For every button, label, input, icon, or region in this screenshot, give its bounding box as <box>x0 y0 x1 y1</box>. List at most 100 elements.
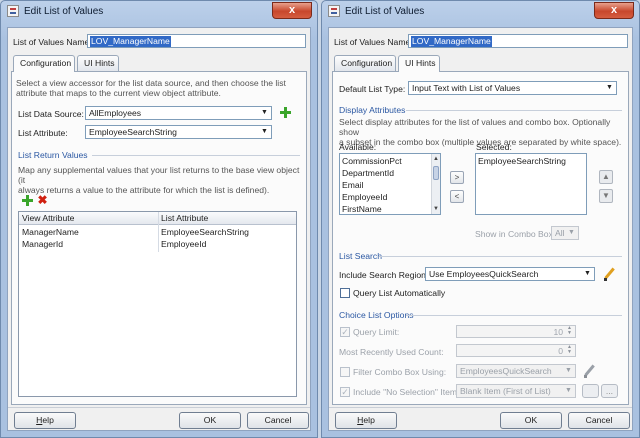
add-return-value-icon[interactable] <box>22 195 33 206</box>
selected-attributes-list[interactable]: EmployeeSearchString <box>475 153 587 215</box>
available-attributes-list[interactable]: CommissionPct DepartmentId Email Employe… <box>339 153 441 215</box>
dialog-body: List of Values Name: LOV_ManagerName Con… <box>328 27 633 431</box>
filter-combo-box-label: Filter Combo Box Using: <box>353 367 447 377</box>
dialog-body: List of Values Name: LOV_ManagerName Con… <box>7 27 311 431</box>
list-attribute-label: List Attribute: <box>18 128 68 138</box>
ok-button[interactable]: OK <box>500 412 562 429</box>
tab-ui-hints[interactable]: UI Hints <box>398 55 440 72</box>
cancel-button[interactable]: Cancel <box>568 412 630 429</box>
tab-bar: Configuration UI Hints <box>13 55 213 72</box>
display-attributes-title: Display Attributes <box>339 105 406 115</box>
move-down-icon[interactable]: ▼ <box>599 189 613 203</box>
table-cell: EmployeeId <box>161 239 207 249</box>
section-divider <box>406 110 622 111</box>
available-label: Available: <box>339 142 377 152</box>
column-header-list-attribute[interactable]: List Attribute <box>161 213 208 223</box>
configuration-description: Select a view accessor for the list data… <box>16 78 286 98</box>
list-item[interactable]: DepartmentId <box>342 168 394 178</box>
scroll-down-icon[interactable]: ▼ <box>432 205 440 213</box>
list-item[interactable]: EmployeeSearchString <box>478 156 566 166</box>
spinner-arrows-icon[interactable]: ▲ ▼ <box>565 345 574 356</box>
footer-divider <box>8 407 310 408</box>
tab-configuration[interactable]: Configuration <box>334 55 396 71</box>
title-bar[interactable]: Edit List of Values x <box>1 1 317 23</box>
configuration-panel: Select a view accessor for the list data… <box>11 71 307 405</box>
query-limit-checkbox[interactable]: ✓ <box>340 327 350 337</box>
chevron-down-icon: ▼ <box>261 128 268 135</box>
chevron-down-icon: ▼ <box>565 367 572 374</box>
table-cell: ManagerId <box>22 239 64 249</box>
filter-combo-box-checkbox[interactable] <box>340 367 350 377</box>
title-bar[interactable]: Edit List of Values x <box>322 1 639 23</box>
table-cell: ManagerName <box>22 227 79 237</box>
lov-name-input[interactable]: LOV_ManagerName <box>408 34 628 48</box>
show-in-combo-box-select[interactable]: All ▼ <box>551 226 579 240</box>
list-item[interactable]: FirstName <box>342 204 382 214</box>
dialog-app-icon <box>328 5 340 17</box>
list-item[interactable]: CommissionPct <box>342 156 402 166</box>
lov-name-input[interactable]: LOV_ManagerName <box>87 34 306 48</box>
footer-divider <box>329 407 632 408</box>
lov-name-value: LOV_ManagerName <box>90 36 171 47</box>
lov-name-label: List of Values Name: <box>334 37 413 47</box>
delete-return-value-icon[interactable]: ✖ <box>37 194 48 206</box>
dialog-title: Edit List of Values <box>345 6 425 17</box>
chevron-down-icon: ▼ <box>584 270 591 277</box>
cancel-button[interactable]: Cancel <box>247 412 309 429</box>
section-divider <box>92 155 300 156</box>
help-button[interactable]: Help <box>335 412 397 429</box>
most-recently-used-count-label: Most Recently Used Count: <box>339 347 444 357</box>
edit-lov-dialog-configuration: Edit List of Values x List of Values Nam… <box>0 0 318 438</box>
scroll-up-icon[interactable]: ▲ <box>432 155 440 163</box>
lov-name-label: List of Values Name: <box>13 37 92 47</box>
help-button[interactable]: Help <box>14 412 76 429</box>
table-row[interactable]: ManagerName EmployeeSearchString <box>19 226 296 238</box>
list-attribute-select[interactable]: EmployeeSearchString ▼ <box>85 125 272 139</box>
chevron-down-icon: ▼ <box>606 84 613 91</box>
section-divider <box>379 256 622 257</box>
list-item[interactable]: EmployeeId <box>342 192 387 202</box>
chevron-down-icon: ▼ <box>568 229 575 236</box>
include-no-selection-checkbox[interactable]: ✓ <box>340 387 350 397</box>
edit-search-region-icon[interactable] <box>603 268 616 281</box>
no-selection-label-field[interactable] <box>582 384 599 398</box>
show-in-combo-box-label: Show in Combo Box: <box>475 229 556 239</box>
add-data-source-icon[interactable] <box>280 107 291 118</box>
mru-count-spinner[interactable]: 0 ▲ ▼ <box>456 344 576 357</box>
dialog-app-icon <box>7 5 19 17</box>
default-list-type-label: Default List Type: <box>339 84 406 94</box>
tab-configuration[interactable]: Configuration <box>13 55 75 72</box>
include-search-region-label: Include Search Region: <box>339 270 429 280</box>
list-data-source-select[interactable]: AllEmployees ▼ <box>85 106 272 120</box>
move-right-button[interactable]: > <box>450 171 464 184</box>
no-selection-item-select[interactable]: Blank Item (First of List) ▼ <box>456 384 576 398</box>
list-search-title: List Search <box>339 251 382 261</box>
list-item[interactable]: Email <box>342 180 364 190</box>
query-list-automatically-checkbox[interactable] <box>340 288 350 298</box>
ellipsis-button[interactable]: ... <box>601 384 618 398</box>
spinner-arrows-icon[interactable]: ▲ ▼ <box>565 326 574 337</box>
tab-ui-hints[interactable]: UI Hints <box>77 55 119 71</box>
choice-list-options-title: Choice List Options <box>339 310 414 320</box>
filter-combo-box-select[interactable]: EmployeesQuickSearch ▼ <box>456 364 576 378</box>
lov-name-value: LOV_ManagerName <box>411 36 492 47</box>
column-header-view-attribute[interactable]: View Attribute <box>22 213 74 223</box>
scroll-thumb[interactable] <box>433 166 439 180</box>
selected-label: Selected: <box>476 142 512 152</box>
move-left-button[interactable]: < <box>450 190 464 203</box>
tab-bar: Configuration UI Hints <box>334 55 534 72</box>
query-limit-label: Query Limit: <box>353 327 400 337</box>
ok-button[interactable]: OK <box>179 412 241 429</box>
close-button[interactable]: x <box>272 2 312 19</box>
include-search-region-select[interactable]: Use EmployeesQuickSearch ▼ <box>425 267 595 281</box>
query-list-automatically-label: Query List Automatically <box>353 288 446 298</box>
list-data-source-label: List Data Source: <box>18 109 84 119</box>
vertical-scrollbar[interactable]: ▲ ▼ <box>431 154 440 214</box>
close-button[interactable]: x <box>594 2 634 19</box>
move-up-icon[interactable]: ▲ <box>599 170 613 184</box>
query-limit-spinner[interactable]: 10 ▲ ▼ <box>456 325 576 338</box>
table-row[interactable]: ManagerId EmployeeId <box>19 238 296 250</box>
edit-filter-icon[interactable] <box>583 365 596 378</box>
default-list-type-select[interactable]: Input Text with List of Values ▼ <box>408 81 617 95</box>
return-values-description: Map any supplemental values that your li… <box>18 165 300 195</box>
